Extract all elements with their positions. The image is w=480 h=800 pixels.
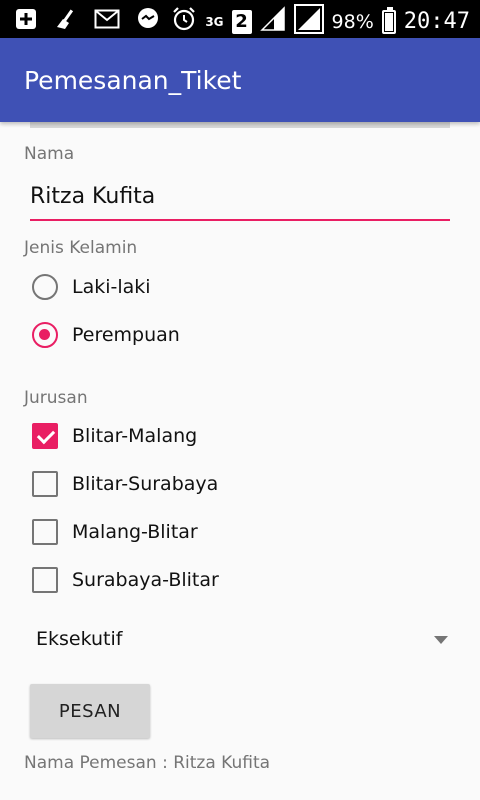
status-bar: 3G 2 98% 20:47 — [0, 0, 480, 38]
add-box-icon — [14, 7, 38, 36]
checkbox-label: Surabaya-Blitar — [72, 569, 219, 591]
chat-icon — [136, 7, 160, 36]
app-bar: Pemesanan_Tiket — [0, 38, 480, 122]
checkbox-label: Malang-Blitar — [72, 521, 198, 543]
signal-icon — [259, 6, 286, 37]
checkbox-label: Blitar-Malang — [72, 425, 198, 447]
clock: 20:47 — [403, 8, 470, 34]
checkbox-malang-blitar[interactable]: Malang-Blitar — [32, 516, 198, 548]
radio-label: Perempuan — [72, 324, 180, 346]
checkbox-blitar-malang[interactable]: Blitar-Malang — [32, 420, 197, 452]
signal-icon — [293, 4, 324, 39]
checkbox-surabaya-blitar[interactable]: Surabaya-Blitar — [32, 564, 219, 596]
jurusan-label: Jurusan — [24, 388, 88, 408]
checkbox-blitar-surabaya[interactable]: Blitar-Surabaya — [32, 468, 218, 500]
dropdown-arrow-icon[interactable] — [434, 636, 448, 644]
3g-icon: 3G — [205, 14, 224, 29]
nama-label: Nama — [24, 144, 75, 164]
app-title: Pemesanan_Tiket — [24, 66, 242, 95]
nama-input-underline — [30, 219, 450, 221]
alarm-icon — [171, 6, 197, 37]
radio-button[interactable] — [32, 274, 58, 300]
ticket-form: Nama Ritza Kufita Jenis Kelamin Laki-lak… — [0, 122, 480, 800]
sim-2-icon: 2 — [231, 9, 252, 34]
battery-percent: 98% — [331, 10, 374, 33]
radio-laki-laki[interactable]: Laki-laki — [32, 271, 151, 303]
class-spinner[interactable]: Eksekutif — [36, 628, 448, 654]
result-text: Nama Pemesan : Ritza Kufita — [24, 753, 271, 773]
broom-icon — [54, 7, 78, 36]
radio-perempuan[interactable]: Perempuan — [32, 319, 180, 351]
checkbox[interactable] — [32, 567, 58, 593]
checkbox[interactable] — [32, 519, 58, 545]
radio-button[interactable] — [32, 322, 58, 348]
checkbox[interactable] — [32, 423, 58, 449]
nama-input[interactable]: Ritza Kufita — [30, 184, 155, 209]
checkbox[interactable] — [32, 471, 58, 497]
mail-icon — [94, 8, 120, 35]
gender-label: Jenis Kelamin — [24, 238, 138, 258]
pesan-button[interactable]: PESAN — [30, 684, 150, 738]
battery-icon — [381, 6, 396, 34]
checkbox-label: Blitar-Surabaya — [72, 473, 219, 495]
radio-label: Laki-laki — [72, 276, 151, 298]
spinner-value: Eksekutif — [36, 628, 123, 650]
